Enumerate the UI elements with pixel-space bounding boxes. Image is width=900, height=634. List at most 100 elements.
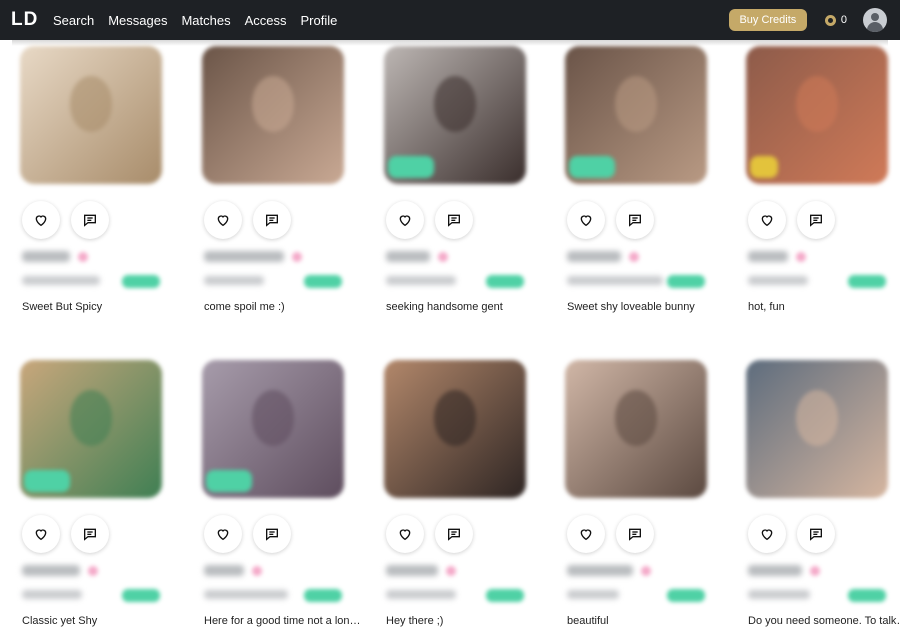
message-button[interactable] — [435, 515, 473, 553]
blurred-location — [22, 276, 100, 285]
blurred-username[interactable] — [567, 565, 633, 576]
profile-bio: Here for a good time not a long time — [204, 615, 364, 627]
message-button[interactable] — [435, 201, 473, 239]
blurred-location — [386, 590, 456, 599]
like-button[interactable] — [204, 515, 242, 553]
heart-icon — [399, 215, 411, 227]
photo-subject — [795, 390, 839, 446]
avatar-head — [871, 13, 879, 21]
heart-icon — [580, 529, 592, 541]
profile-photo[interactable] — [565, 360, 707, 498]
blurred-location — [22, 590, 82, 599]
like-button[interactable] — [567, 515, 605, 553]
profile-bio: Hey there ;) — [386, 615, 444, 627]
message-button[interactable] — [253, 515, 291, 553]
profile-bio: come spoil me :) — [204, 301, 285, 313]
photo-subject — [614, 76, 658, 132]
top-navbar: LD Search Messages Matches Access Profil… — [0, 0, 900, 40]
online-pill — [304, 589, 342, 602]
photo-subject — [795, 76, 839, 132]
online-pill — [667, 589, 705, 602]
coin-icon — [824, 14, 836, 26]
nav-matches[interactable]: Matches — [181, 13, 230, 28]
message-button[interactable] — [71, 515, 109, 553]
buy-credits-button[interactable]: Buy Credits — [728, 9, 807, 31]
message-button[interactable] — [797, 515, 835, 553]
photo-subject — [69, 390, 113, 446]
profile-photo[interactable] — [20, 46, 162, 184]
heart-icon — [761, 529, 773, 541]
blurred-indicator — [810, 566, 820, 576]
chat-icon — [84, 214, 96, 227]
blurred-username[interactable] — [22, 565, 80, 576]
blurred-username[interactable] — [386, 251, 430, 262]
message-button[interactable] — [616, 515, 654, 553]
main-nav: Search Messages Matches Access Profile — [53, 13, 351, 28]
online-pill — [667, 275, 705, 288]
nav-access[interactable]: Access — [245, 13, 287, 28]
blurred-username[interactable] — [204, 251, 284, 262]
photo-subject — [69, 76, 113, 132]
profile-bio: Sweet shy loveable bunny — [567, 301, 695, 313]
blurred-location — [386, 276, 456, 285]
status-badge — [206, 470, 252, 492]
blurred-username[interactable] — [386, 565, 438, 576]
nav-profile[interactable]: Profile — [301, 13, 338, 28]
header-actions: Buy Credits 0 — [728, 8, 900, 32]
message-button[interactable] — [616, 201, 654, 239]
blurred-indicator — [446, 566, 456, 576]
user-avatar-icon[interactable] — [863, 8, 887, 32]
chat-icon — [266, 528, 278, 541]
blurred-indicator — [88, 566, 98, 576]
chat-icon — [629, 214, 641, 227]
status-badge — [750, 156, 778, 178]
heart-icon — [217, 529, 229, 541]
blurred-indicator — [629, 252, 639, 262]
blurred-username[interactable] — [748, 565, 802, 576]
blurred-indicator — [641, 566, 651, 576]
credit-balance[interactable]: 0 — [824, 14, 847, 26]
like-button[interactable] — [567, 201, 605, 239]
online-pill — [486, 589, 524, 602]
chat-icon — [448, 214, 460, 227]
like-button[interactable] — [22, 201, 60, 239]
message-button[interactable] — [253, 201, 291, 239]
like-button[interactable] — [386, 515, 424, 553]
like-button[interactable] — [22, 515, 60, 553]
chat-icon — [629, 528, 641, 541]
profile-bio: beautiful — [567, 615, 609, 627]
profile-photo[interactable] — [202, 46, 344, 184]
message-button[interactable] — [71, 201, 109, 239]
heart-icon — [35, 529, 47, 541]
online-pill — [122, 589, 160, 602]
blurred-username[interactable] — [567, 251, 621, 262]
avatar-body — [867, 22, 883, 32]
blurred-indicator — [292, 252, 302, 262]
online-pill — [486, 275, 524, 288]
photo-subject — [433, 390, 477, 446]
blurred-indicator — [78, 252, 88, 262]
like-button[interactable] — [748, 201, 786, 239]
photo-subject — [433, 76, 477, 132]
blurred-location — [204, 276, 264, 285]
app-logo[interactable]: LD — [11, 9, 53, 31]
profile-bio: Do you need someone. To talk to — [748, 615, 900, 627]
profile-photo[interactable] — [746, 360, 888, 498]
blurred-username[interactable] — [748, 251, 788, 262]
blurred-location — [748, 590, 810, 599]
credit-count: 0 — [840, 14, 847, 26]
nav-messages[interactable]: Messages — [108, 13, 167, 28]
like-button[interactable] — [748, 515, 786, 553]
chat-icon — [448, 528, 460, 541]
nav-search[interactable]: Search — [53, 13, 94, 28]
blurred-location — [748, 276, 808, 285]
profile-photo[interactable] — [384, 360, 526, 498]
profile-bio: hot, fun — [748, 301, 785, 313]
blurred-username[interactable] — [22, 251, 70, 262]
like-button[interactable] — [386, 201, 424, 239]
message-button[interactable] — [797, 201, 835, 239]
profile-bio: seeking handsome gent — [386, 301, 503, 313]
blurred-username[interactable] — [204, 565, 244, 576]
heart-icon — [399, 529, 411, 541]
like-button[interactable] — [204, 201, 242, 239]
